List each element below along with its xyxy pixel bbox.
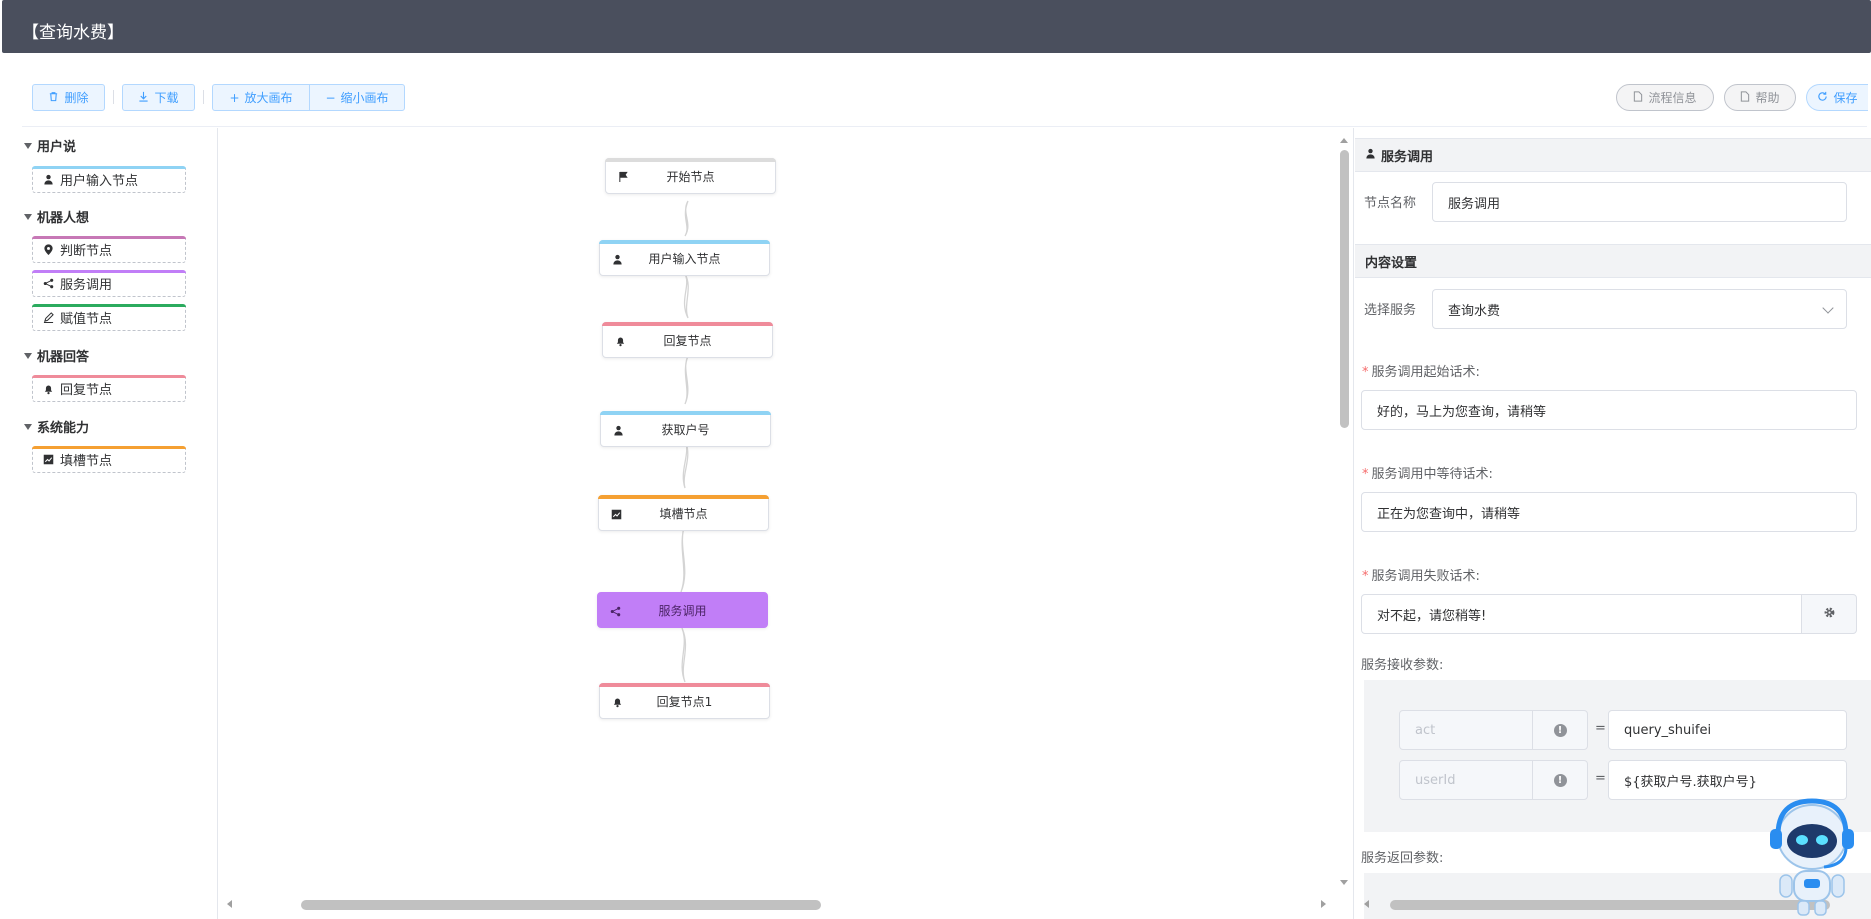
service-select[interactable]: 查询水费	[1432, 289, 1847, 329]
bell-icon	[613, 334, 627, 348]
palette-item-user-input[interactable]: 用户输入节点	[32, 166, 186, 193]
scroll-up-arrow[interactable]	[1340, 138, 1348, 143]
scroll-left-arrow[interactable]	[227, 900, 232, 908]
param-value-input[interactable]: ${获取户号.获取户号}	[1608, 760, 1847, 800]
param-info-button[interactable]: !	[1532, 710, 1588, 750]
user-icon	[1365, 148, 1376, 163]
refresh-icon	[1817, 91, 1828, 105]
edit-icon	[42, 312, 54, 324]
user-icon	[611, 423, 625, 437]
node-palette: 用户说 用户输入节点 机器人想 判断节点 服务调用 赋值节点 机器回答 回复节点…	[22, 128, 218, 919]
document-icon	[1633, 90, 1643, 105]
waiting-speech-label: * 服务调用中等待话术:	[1362, 467, 1493, 482]
connector	[683, 273, 689, 319]
flow-node-slot-fill[interactable]: 填槽节点	[598, 495, 769, 531]
user-icon	[42, 174, 54, 186]
chart-icon	[609, 507, 623, 521]
scroll-down-arrow[interactable]	[1340, 880, 1348, 885]
gear-icon	[1823, 606, 1836, 623]
share-icon	[42, 278, 54, 290]
canvas-horizontal-scrollbar[interactable]	[301, 900, 821, 910]
user-icon	[610, 252, 624, 266]
toolbar-divider-line	[22, 126, 1867, 127]
start-speech-label: * 服务调用起始话术:	[1362, 365, 1480, 380]
connector	[680, 523, 686, 593]
flow-node-user-input[interactable]: 用户输入节点	[599, 240, 770, 276]
fail-speech-label: * 服务调用失败话术:	[1362, 569, 1480, 584]
share-icon	[608, 604, 622, 618]
chart-icon	[42, 454, 54, 466]
palette-group-title[interactable]: 系统能力	[24, 417, 89, 436]
node-name-input[interactable]: 服务调用	[1432, 182, 1847, 222]
properties-panel: 服务调用 节点名称 服务调用 内容设置 选择服务 查询水费 * 服务调用起始话术:…	[1353, 128, 1871, 919]
info-icon: !	[1553, 723, 1567, 737]
robot-assistant-icon[interactable]	[1764, 795, 1860, 919]
palette-group-title[interactable]: 机器人想	[24, 207, 89, 226]
canvas-vertical-scrollbar[interactable]	[1340, 150, 1349, 428]
palette-group-title[interactable]: 用户说	[24, 136, 76, 155]
palette-item-judge[interactable]: 判断节点	[32, 236, 186, 263]
fail-speech-input[interactable]: 对不起，请您稍等!	[1361, 594, 1802, 634]
equals-sign: =	[1595, 721, 1606, 736]
connector	[684, 355, 689, 405]
flow-canvas[interactable]: 开始节点 用户输入节点 回复节点 获取户号 填槽节点 服务调用 回复节点1	[219, 128, 1352, 910]
caret-down-icon	[24, 352, 32, 359]
flow-node-start[interactable]: 开始节点	[605, 158, 776, 194]
param-key-input[interactable]: act	[1399, 710, 1533, 750]
bell-icon	[42, 383, 54, 395]
flow-node-reply[interactable]: 回复节点	[602, 322, 773, 358]
process-info-button[interactable]: 流程信息	[1616, 84, 1714, 111]
caret-down-icon	[24, 423, 32, 430]
document-icon	[1740, 90, 1750, 105]
zoom-out-button[interactable]: − 缩小画布	[309, 84, 405, 111]
section-header: 服务调用	[1355, 138, 1871, 172]
flow-node-service-call[interactable]: 服务调用	[597, 592, 768, 628]
equals-sign: =	[1595, 771, 1606, 786]
waiting-speech-input[interactable]: 正在为您查询中，请稍等	[1361, 492, 1857, 532]
plus-icon: +	[229, 90, 240, 105]
palette-item-reply[interactable]: 回复节点	[32, 375, 186, 402]
receive-params-label: 服务接收参数:	[1361, 658, 1444, 673]
caret-down-icon	[24, 213, 32, 220]
minus-icon: −	[325, 90, 336, 105]
palette-group-title[interactable]: 机器回答	[24, 346, 89, 365]
chevron-down-icon	[1822, 302, 1834, 314]
toolbar-divider	[113, 90, 114, 104]
app-header: 【查询水费】	[2, 0, 1871, 53]
flow-connectors	[680, 200, 689, 683]
zoom-in-button[interactable]: + 放大画布	[212, 84, 310, 111]
fail-speech-settings-button[interactable]	[1801, 594, 1857, 634]
scroll-left-arrow[interactable]	[1364, 900, 1369, 908]
flow-node-reply-1[interactable]: 回复节点1	[599, 683, 770, 719]
help-button[interactable]: 帮助	[1724, 84, 1796, 111]
palette-item-slot-fill[interactable]: 填槽节点	[32, 446, 186, 473]
caret-down-icon	[24, 142, 32, 149]
download-button[interactable]: 下载	[122, 84, 195, 111]
return-params-label: 服务返回参数:	[1361, 851, 1444, 866]
flow-node-get-account[interactable]: 获取户号	[600, 411, 771, 447]
palette-item-service-call[interactable]: 服务调用	[32, 270, 186, 297]
delete-button[interactable]: 删除	[32, 84, 105, 111]
connector	[684, 200, 689, 237]
param-value-input[interactable]: query_shuifei	[1608, 710, 1847, 750]
save-button[interactable]: 保存	[1806, 84, 1868, 111]
palette-item-assign[interactable]: 赋值节点	[32, 304, 186, 331]
toolbar-divider	[203, 90, 204, 104]
connector	[681, 627, 687, 683]
flag-icon	[616, 170, 630, 184]
info-icon: !	[1553, 773, 1567, 787]
section-header: 内容设置	[1355, 244, 1871, 278]
connector	[682, 439, 689, 489]
start-speech-input[interactable]: 好的，马上为您查询，请稍等	[1361, 390, 1857, 430]
trash-icon	[48, 91, 59, 105]
select-service-label: 选择服务	[1364, 303, 1417, 318]
node-name-label: 节点名称	[1364, 196, 1417, 211]
page-title: 【查询水费】	[22, 23, 124, 43]
param-key-input[interactable]: userId	[1399, 760, 1533, 800]
param-info-button[interactable]: !	[1532, 760, 1588, 800]
download-icon	[138, 91, 149, 105]
bell-icon	[610, 695, 624, 709]
scroll-right-arrow[interactable]	[1321, 900, 1326, 908]
location-icon	[42, 243, 54, 256]
